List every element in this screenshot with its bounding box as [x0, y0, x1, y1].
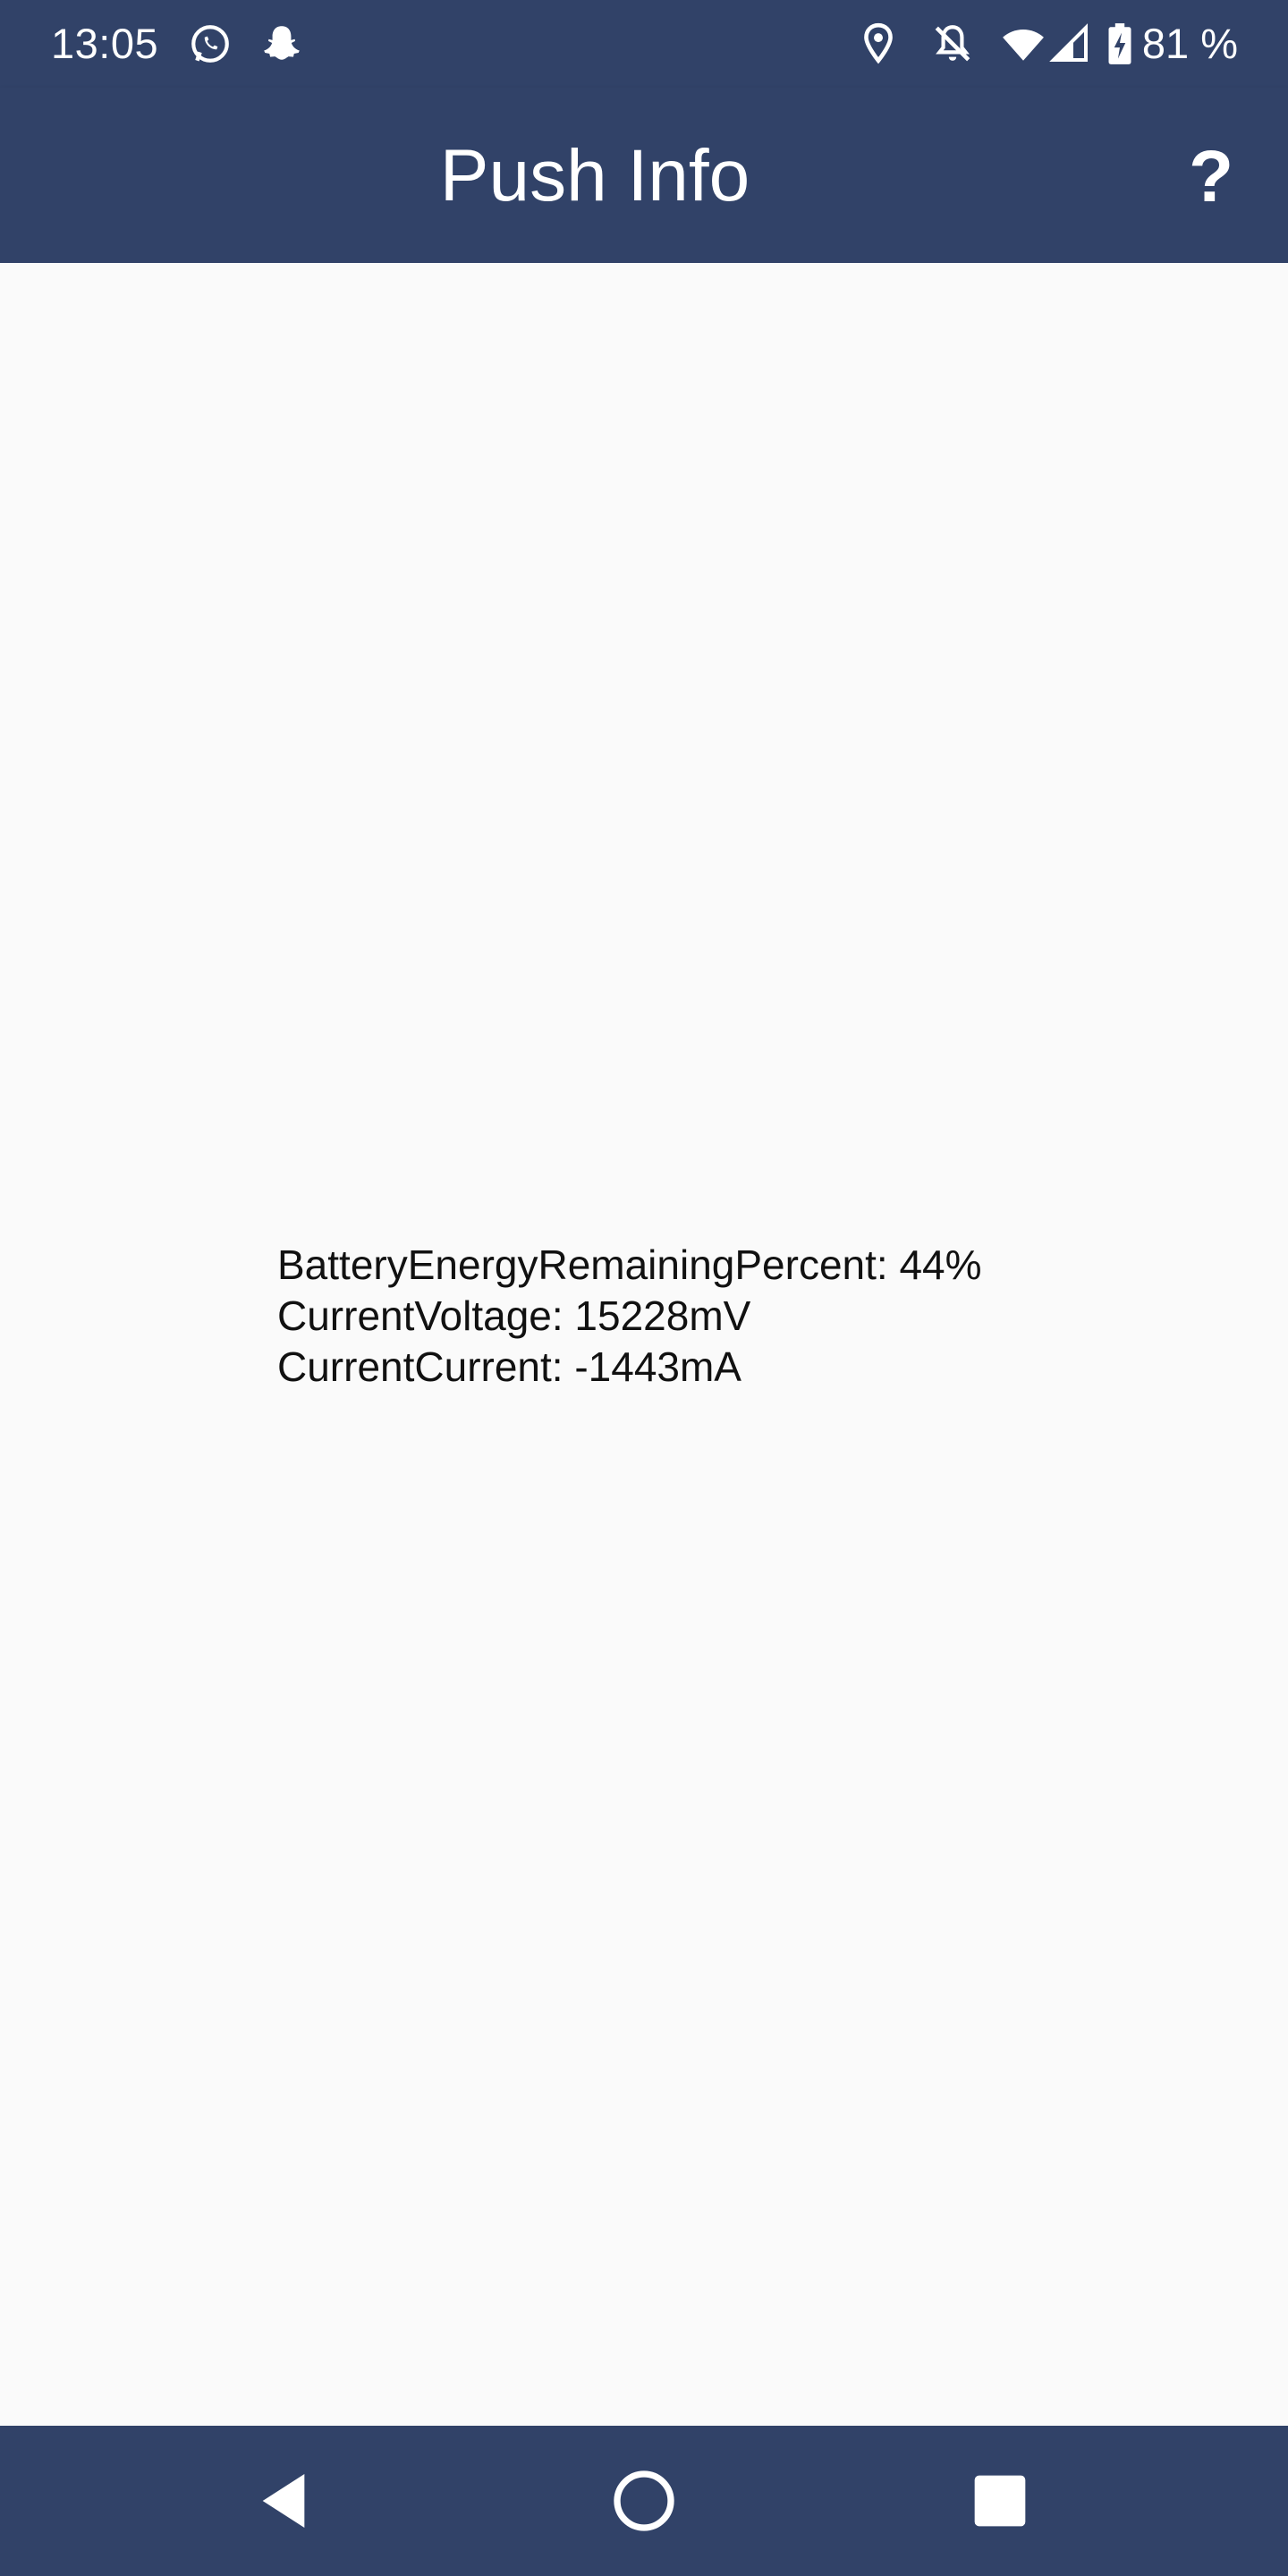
home-icon[interactable] [608, 2465, 680, 2537]
status-time: 13:05 [51, 20, 159, 67]
notifications-off-icon [930, 21, 975, 66]
battery-charging-icon [1104, 21, 1136, 66]
recents-icon[interactable] [964, 2465, 1036, 2537]
help-button[interactable]: ? [1166, 132, 1256, 222]
battery-energy-text: BatteryEnergyRemainingPercent: 44% [277, 1241, 982, 1288]
app-bar: Push Info ? [0, 88, 1288, 263]
status-bar: 13:05 81 % [0, 0, 1288, 88]
navigation-bar [0, 2426, 1288, 2576]
current-current-text: CurrentCurrent: -1443mA [277, 1343, 741, 1390]
location-icon [856, 21, 901, 66]
back-icon[interactable] [248, 2465, 319, 2537]
whatsapp-icon [188, 21, 233, 66]
page-title: Push Info [439, 135, 750, 216]
battery-percentage: 81 % [1141, 20, 1238, 67]
wifi-icon [998, 21, 1048, 66]
content-area: BatteryEnergyRemainingPercent: 44% Curre… [0, 263, 1288, 2426]
current-voltage-text: CurrentVoltage: 15228mV [277, 1292, 751, 1339]
snapchat-icon [259, 21, 304, 66]
screen: 13:05 81 % Push Info ? BatteryEnergyRema… [0, 0, 1288, 2576]
battery-info: BatteryEnergyRemainingPercent: 44% Curre… [277, 1240, 982, 1393]
cellular-signal-icon [1048, 21, 1091, 66]
